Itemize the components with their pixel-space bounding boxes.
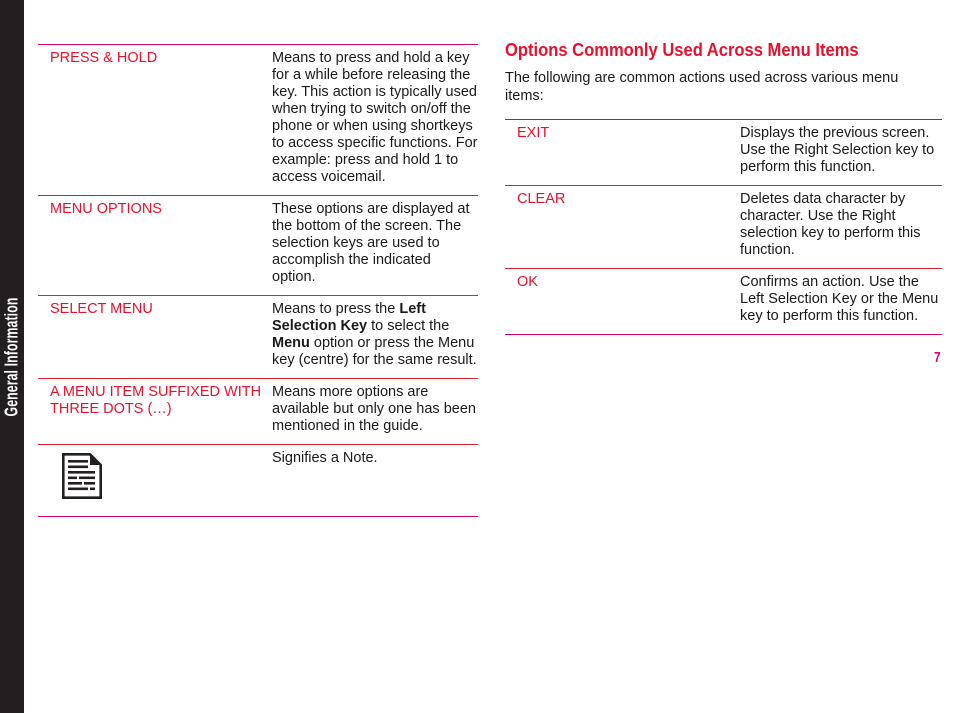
chapter-tab-label: General Information [1,297,22,416]
table-row: A MENU ITEM SUFFIXED WITH THREE DOTS (…)… [38,378,478,445]
section-intro: The following are common actions used ac… [505,70,899,104]
table-row: CLEAR Deletes data character by characte… [505,185,942,269]
term-menu-options: MENU OPTIONS [38,195,272,296]
conventions-table: PRESS & HOLD Means to press and hold a k… [38,44,478,517]
table-bottom-rule-cell-right [272,516,478,517]
table-bottom-rule-cell-right [740,334,942,335]
table-row: PRESS & HOLD Means to press and hold a k… [38,44,478,196]
description-note: Signifies a Note. [272,444,478,517]
description-menu-options: These options are displayed at the botto… [272,195,478,296]
table-bottom-rule-cell-left [505,334,740,335]
term-clear: CLEAR [505,185,740,269]
description-press-and-hold: Means to press and hold a key for a whil… [272,44,478,196]
description-select-menu: Means to press the Left Selection Key to… [272,295,478,379]
term-ok: OK [505,268,740,335]
table-row: Signifies a Note. [38,444,478,517]
left-column: PRESS & HOLD Means to press and hold a k… [38,44,478,517]
note-document-icon [62,453,102,503]
term-menu-item-suffixed: A MENU ITEM SUFFIXED WITH THREE DOTS (…) [38,378,272,445]
table-row: OK Confirms an action. Use the Left Sele… [505,268,942,335]
description-ok: Confirms an action. Use the Left Selecti… [740,268,942,335]
term-note-icon-cell [38,444,272,517]
rule-mask [917,345,969,359]
table-row: SELECT MENU Means to press the Left Sele… [38,295,478,379]
table-row: EXIT Displays the previous screen. Use t… [505,119,942,186]
page-title: Options Commonly Used Across Menu Items [505,40,859,60]
description-exit: Displays the previous screen. Use the Ri… [740,119,942,186]
chapter-tab: General Information [0,0,24,713]
page-number: 7 [934,349,941,366]
description-clear: Deletes data character by character. Use… [740,185,942,269]
right-column: Options Commonly Used Across Menu Items … [505,40,942,335]
table-bottom-rule [38,516,478,517]
term-exit: EXIT [505,119,740,186]
table-row: MENU OPTIONS These options are displayed… [38,195,478,296]
table-bottom-rule-cell-left [38,516,272,517]
term-press-and-hold: PRESS & HOLD [38,44,272,196]
description-menu-item-suffixed: Means more options are available but onl… [272,378,478,445]
table-bottom-rule [505,334,942,335]
common-options-table: EXIT Displays the previous screen. Use t… [505,119,942,335]
term-select-menu: SELECT MENU [38,295,272,379]
